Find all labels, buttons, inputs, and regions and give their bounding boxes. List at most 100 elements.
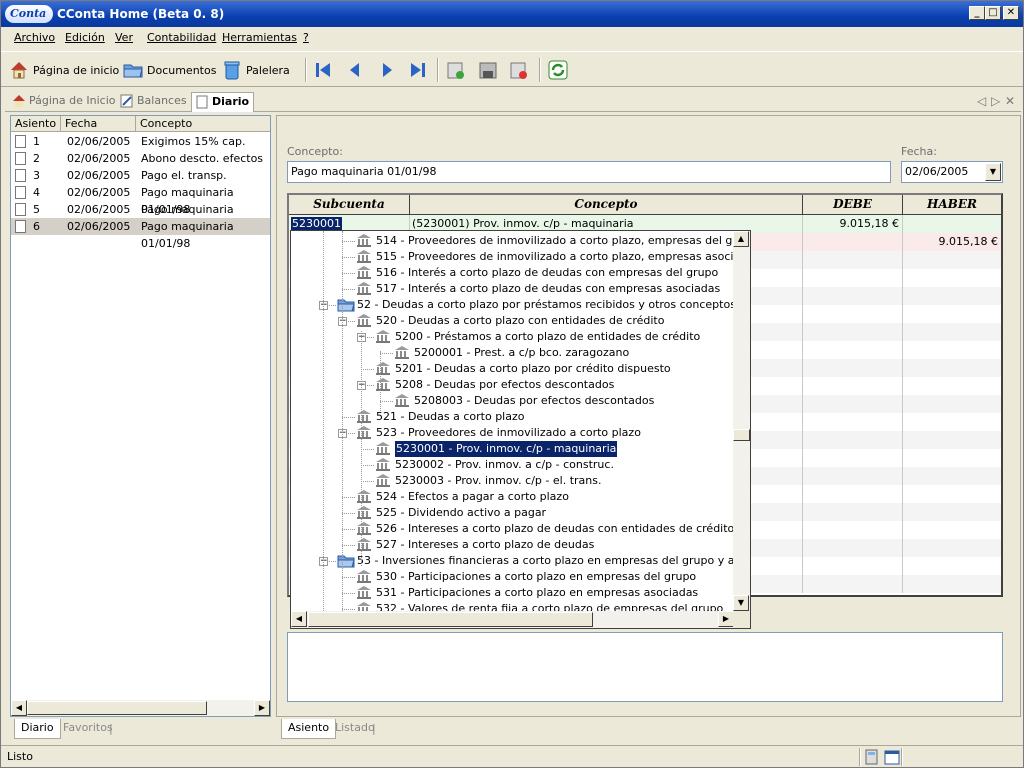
- refresh-button[interactable]: [548, 58, 568, 82]
- haber-cell[interactable]: [903, 287, 1001, 305]
- scroll-left-icon[interactable]: ◀: [11, 700, 27, 716]
- debe-cell[interactable]: [803, 269, 903, 287]
- new-entry-button[interactable]: [446, 58, 466, 82]
- tab-diario[interactable]: Diario: [191, 92, 255, 112]
- vertical-scrollbar[interactable]: ▲ ▼: [733, 231, 750, 611]
- menu-ver[interactable]: Ver: [115, 31, 133, 44]
- menu-help[interactable]: ?: [303, 31, 309, 44]
- home-button[interactable]: Página de inicio: [9, 58, 119, 82]
- menu-herramientas[interactable]: Herramientas: [222, 31, 297, 44]
- chevron-down-icon[interactable]: ▼: [985, 163, 1001, 181]
- haber-cell[interactable]: [903, 413, 1001, 431]
- debe-cell[interactable]: [803, 467, 903, 485]
- debe-cell[interactable]: [803, 431, 903, 449]
- debe-cell[interactable]: [803, 395, 903, 413]
- menu-edicion[interactable]: Edición: [65, 31, 105, 44]
- account-picker-popup[interactable]: 514 - Proveedores de inmovilizado a cort…: [290, 230, 751, 629]
- concepto-field[interactable]: Pago maquinaria 01/01/98: [287, 161, 891, 183]
- column-header-debe[interactable]: DEBE: [803, 195, 903, 215]
- haber-cell[interactable]: [903, 539, 1001, 557]
- haber-cell[interactable]: [903, 341, 1001, 359]
- haber-cell[interactable]: [903, 377, 1001, 395]
- haber-cell[interactable]: [903, 449, 1001, 467]
- column-header-asiento[interactable]: Asiento: [11, 116, 61, 132]
- debe-cell[interactable]: [803, 377, 903, 395]
- haber-cell[interactable]: [903, 503, 1001, 521]
- tab-scroll-right-icon[interactable]: ▷: [991, 94, 1000, 108]
- column-header-subcuenta[interactable]: Subcuenta: [289, 195, 410, 215]
- horizontal-scrollbar[interactable]: ◀ ▶: [11, 700, 270, 716]
- debe-cell[interactable]: [803, 341, 903, 359]
- list-item[interactable]: 1 02/06/2005 Exigimos 15% cap.: [11, 133, 270, 150]
- notes-area[interactable]: [287, 632, 1003, 702]
- column-header-haber[interactable]: HABER: [903, 195, 1001, 215]
- debe-cell[interactable]: [803, 485, 903, 503]
- first-record-button[interactable]: [313, 58, 333, 82]
- haber-cell[interactable]: [903, 485, 1001, 503]
- resize-grip[interactable]: [733, 611, 750, 628]
- haber-cell[interactable]: [903, 323, 1001, 341]
- column-header-fecha[interactable]: Fecha: [61, 116, 136, 132]
- minimize-button[interactable]: _: [969, 6, 985, 20]
- maximize-button[interactable]: □: [985, 6, 1001, 20]
- debe-cell[interactable]: [803, 287, 903, 305]
- scroll-up-icon[interactable]: ▲: [733, 231, 749, 247]
- tab-asiento[interactable]: Asiento: [281, 719, 337, 739]
- close-window-button[interactable]: ✕: [1003, 6, 1019, 20]
- tab-diario-bottom[interactable]: Diario: [14, 719, 61, 739]
- debe-cell[interactable]: [803, 305, 903, 323]
- title-bar[interactable]: Conta CConta Home (Beta 0. 8) _ □ ✕: [1, 1, 1023, 27]
- debe-cell[interactable]: [803, 503, 903, 521]
- trash-button[interactable]: Palelera: [222, 58, 290, 82]
- haber-cell[interactable]: [903, 395, 1001, 413]
- close-tab-icon[interactable]: ✕: [1005, 94, 1015, 108]
- menu-contabilidad[interactable]: Contabilidad: [147, 31, 216, 44]
- haber-cell[interactable]: [903, 557, 1001, 575]
- scroll-down-icon[interactable]: ▼: [733, 595, 749, 611]
- scroll-thumb[interactable]: [308, 612, 593, 627]
- scroll-right-icon[interactable]: ▶: [254, 700, 270, 716]
- debe-cell[interactable]: [803, 557, 903, 575]
- list-item[interactable]: 2 02/06/2005 Abono descto. efectos: [11, 150, 270, 167]
- calculator-icon[interactable]: [864, 749, 880, 765]
- debe-cell[interactable]: [803, 359, 903, 377]
- haber-cell[interactable]: [903, 269, 1001, 287]
- documents-button[interactable]: Documentos: [123, 58, 216, 82]
- debe-cell[interactable]: [803, 251, 903, 269]
- haber-cell[interactable]: [903, 575, 1001, 593]
- haber-cell[interactable]: [903, 215, 1001, 233]
- haber-cell[interactable]: [903, 251, 1001, 269]
- scroll-thumb[interactable]: [27, 701, 207, 715]
- list-item[interactable]: 502/06/2005Pago maquinaria 01/01/98: [11, 201, 270, 233]
- column-header-concepto[interactable]: Concepto: [410, 195, 803, 215]
- haber-cell[interactable]: 9.015,18 €: [903, 233, 1001, 251]
- last-record-button[interactable]: [408, 58, 428, 82]
- tab-balances[interactable]: Balances: [117, 92, 191, 112]
- scroll-left-icon[interactable]: ◀: [291, 611, 307, 627]
- tab-pagina-de-inicio[interactable]: Página de Inicio: [9, 92, 119, 112]
- haber-cell[interactable]: [903, 521, 1001, 539]
- scroll-right-icon[interactable]: ▶: [718, 611, 734, 627]
- list-item[interactable]: 3 02/06/2005 Pago el. transp.: [11, 167, 270, 184]
- debe-cell[interactable]: [803, 233, 903, 251]
- haber-cell[interactable]: [903, 431, 1001, 449]
- debe-cell[interactable]: 9.015,18 €: [803, 215, 903, 233]
- debe-cell[interactable]: [803, 323, 903, 341]
- fecha-field[interactable]: 02/06/2005 ▼: [901, 161, 1003, 183]
- haber-cell[interactable]: [903, 359, 1001, 377]
- horizontal-scrollbar[interactable]: ◀ ▶: [291, 611, 734, 628]
- delete-entry-button[interactable]: [509, 58, 529, 82]
- haber-cell[interactable]: [903, 467, 1001, 485]
- debe-cell[interactable]: [803, 575, 903, 593]
- debe-cell[interactable]: [803, 413, 903, 431]
- debe-cell[interactable]: [803, 521, 903, 539]
- scroll-thumb[interactable]: [733, 429, 750, 441]
- debe-cell[interactable]: [803, 539, 903, 557]
- next-record-button[interactable]: [377, 58, 397, 82]
- list-item[interactable]: 4 02/06/2005 Pago maquinaria 01/01/98: [11, 184, 270, 216]
- column-header-concepto[interactable]: Concepto: [136, 116, 270, 132]
- list-item[interactable]: 6 02/06/2005 Pago maquinaria 01/01/98: [11, 218, 270, 250]
- previous-record-button[interactable]: [345, 58, 365, 82]
- save-entry-button[interactable]: [478, 58, 498, 82]
- tab-scroll-left-icon[interactable]: ◁: [977, 94, 986, 108]
